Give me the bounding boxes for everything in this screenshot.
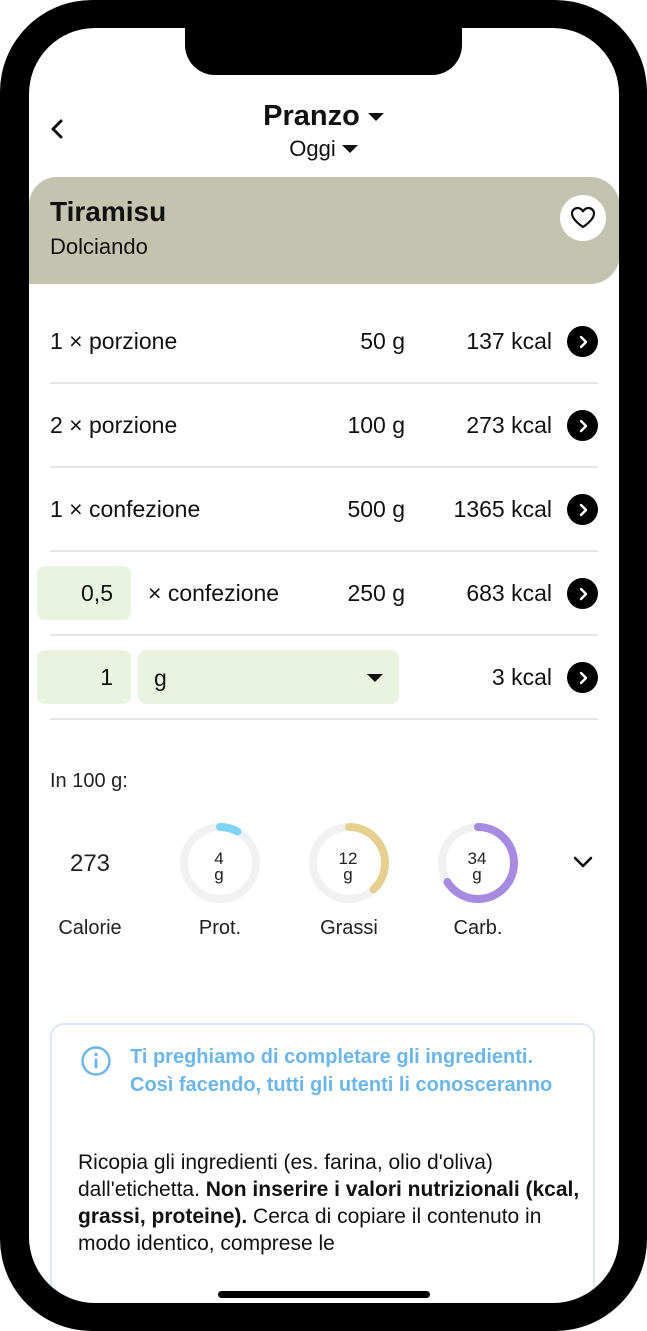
chevron-right-icon (579, 503, 587, 516)
package-grams: 250 g (347, 580, 405, 606)
portion-grams: 100 g (347, 412, 405, 438)
add-portion-button[interactable] (567, 410, 598, 441)
food-card (29, 177, 619, 284)
package-quantity-input[interactable]: 0,5 (37, 566, 131, 620)
home-indicator (218, 1291, 430, 1298)
chevron-down-icon (573, 856, 593, 868)
portion-label: 2 × porzione (50, 412, 178, 438)
chevron-right-icon (579, 335, 587, 348)
chevron-right-icon (579, 671, 587, 684)
portion-kcal: 1365 kcal (453, 496, 552, 522)
food-brand: Dolciando (50, 234, 148, 259)
info-icon (81, 1046, 111, 1076)
fat-label: Grassi (320, 917, 378, 939)
portion-label: 1 × confezione (50, 496, 201, 522)
chevron-right-icon (579, 587, 587, 600)
meal-selector[interactable]: Pranzo (263, 100, 384, 133)
package-quantity-value: 0,5 (81, 580, 113, 606)
info-title: Ti preghiamo di completare gli ingredien… (130, 1046, 553, 1096)
carbs-label: Carb. (453, 917, 503, 939)
unit-select[interactable]: g (138, 650, 399, 704)
date-label: Oggi (289, 136, 336, 161)
add-portion-button[interactable] (567, 326, 598, 357)
page-title: Pranzo (263, 100, 360, 132)
unit-kcal: 3 kcal (491, 664, 552, 690)
caret-down-icon (367, 674, 383, 682)
divider (50, 718, 598, 720)
calories-label: Calorie (58, 917, 122, 939)
nutrition-heading: In 100 g: (50, 770, 128, 792)
package-label: × confezione (148, 580, 280, 606)
divider (50, 550, 598, 552)
favorite-button[interactable] (560, 195, 606, 241)
unit-quantity-value: 1 (100, 664, 113, 690)
date-selector[interactable]: Oggi (289, 136, 358, 162)
divider (50, 382, 598, 384)
portion-grams: 500 g (347, 496, 405, 522)
notch (185, 28, 462, 75)
add-portion-button[interactable] (567, 494, 598, 525)
protein-unit: g (214, 865, 224, 884)
portion-kcal: 137 kcal (466, 328, 552, 354)
caret-down-icon (367, 112, 384, 121)
unit-select-value: g (154, 665, 167, 691)
protein-label: Prot. (198, 917, 242, 939)
chevron-left-icon (51, 119, 63, 139)
divider (50, 466, 598, 468)
add-unit-button[interactable] (567, 662, 598, 693)
portion-label: 1 × porzione (50, 328, 178, 354)
add-package-button[interactable] (567, 578, 598, 609)
caret-down-icon (341, 145, 358, 153)
calories-value: 273 (69, 850, 111, 877)
chevron-right-icon (579, 419, 587, 432)
carbs-unit: g (472, 865, 482, 884)
food-name: Tiramisu (50, 196, 167, 227)
info-body: Ricopia gli ingredienti (es. farina, oli… (78, 1149, 583, 1257)
back-button[interactable] (40, 112, 74, 146)
portion-grams: 50 g (360, 328, 405, 354)
heart-icon (570, 206, 596, 229)
fat-unit: g (343, 865, 353, 884)
divider (50, 634, 598, 636)
expand-nutrition-button[interactable] (568, 850, 598, 874)
unit-quantity-input[interactable]: 1 (37, 650, 131, 704)
package-kcal: 683 kcal (466, 580, 552, 606)
portion-kcal: 273 kcal (466, 412, 552, 438)
